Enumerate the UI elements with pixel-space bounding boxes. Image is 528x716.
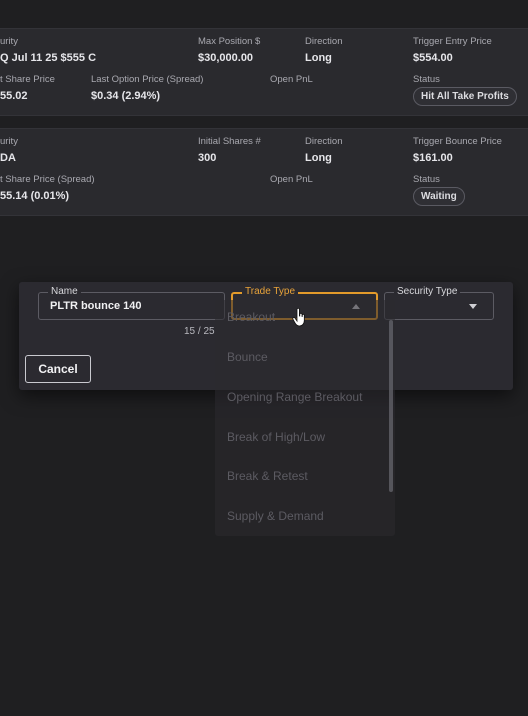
position-card-2[interactable]: urity DA Initial Shares # 300 Direction … xyxy=(0,128,528,216)
status-cell: Status Waiting xyxy=(413,174,465,206)
status-label: Status xyxy=(413,74,440,85)
option-price-value: $0.34 (2.94%) xyxy=(91,90,161,102)
trigger-bounce-cell: Trigger Bounce Price $161.00 xyxy=(413,136,502,164)
cancel-button[interactable]: Cancel xyxy=(25,355,91,383)
direction-value: Long xyxy=(305,52,332,64)
option-price-label: Last Option Price (Spread) xyxy=(91,74,204,85)
open-pnl-label: Open PnL xyxy=(270,174,313,185)
status-badge: Hit All Take Profits xyxy=(413,87,517,106)
status-label: Status xyxy=(413,174,440,185)
max-position-value: $30,000.00 xyxy=(198,52,254,64)
direction-label: Direction xyxy=(305,136,343,147)
chevron-down-icon xyxy=(469,304,477,309)
name-field-value: PLTR bounce 140 xyxy=(50,300,142,312)
open-pnl-label: Open PnL xyxy=(270,74,313,85)
menu-option-break-retest[interactable]: Break & Retest xyxy=(227,469,308,483)
trigger-entry-cell: Trigger Entry Price $554.00 xyxy=(413,36,492,64)
menu-scrollbar[interactable] xyxy=(389,320,393,492)
security-value: Q Jul 11 25 $555 C xyxy=(0,52,97,64)
status-badge: Waiting xyxy=(413,187,465,206)
security-type-select[interactable]: Security Type xyxy=(384,286,494,320)
initial-shares-cell: Initial Shares # 300 xyxy=(198,136,261,164)
max-position-label: Max Position $ xyxy=(198,36,261,47)
trigger-entry-value: $554.00 xyxy=(413,52,453,64)
max-position-cell: Max Position $ $30,000.00 xyxy=(198,36,260,64)
open-pnl-cell: Open PnL xyxy=(270,174,313,185)
name-char-counter: 15 / 25 xyxy=(184,326,215,337)
direction-value: Long xyxy=(305,152,332,164)
menu-option-break-high-low[interactable]: Break of High/Low xyxy=(227,430,325,444)
share-price-label: t Share Price (Spread) xyxy=(0,174,95,185)
trigger-entry-label: Trigger Entry Price xyxy=(413,36,492,47)
trade-type-menu: Breakout Bounce Opening Range Breakout B… xyxy=(215,300,395,536)
trigger-bounce-label: Trigger Bounce Price xyxy=(413,136,502,147)
menu-option-opening-range-breakout[interactable]: Opening Range Breakout xyxy=(227,390,362,404)
security-cell: urity DA xyxy=(0,136,18,164)
open-pnl-cell: Open PnL xyxy=(270,74,313,85)
direction-cell: Direction Long xyxy=(305,36,343,64)
security-type-label: Security Type xyxy=(394,286,461,298)
trigger-bounce-value: $161.00 xyxy=(413,152,453,164)
security-cell: urity Q Jul 11 25 $555 C xyxy=(0,36,96,64)
status-cell: Status Hit All Take Profits xyxy=(413,74,517,106)
security-value: DA xyxy=(0,152,16,164)
menu-option-breakout[interactable]: Breakout xyxy=(227,310,275,324)
security-label: urity xyxy=(0,136,18,147)
initial-shares-value: 300 xyxy=(198,152,217,164)
direction-cell: Direction Long xyxy=(305,136,343,164)
share-price-label: t Share Price xyxy=(0,74,55,85)
share-price-cell: t Share Price 55.02 xyxy=(0,74,55,102)
name-field-label: Name xyxy=(48,286,81,298)
security-label: urity xyxy=(0,36,18,47)
position-card-1[interactable]: urity Q Jul 11 25 $555 C Max Position $ … xyxy=(0,28,528,116)
menu-option-supply-demand[interactable]: Supply & Demand xyxy=(227,509,324,523)
direction-label: Direction xyxy=(305,36,343,47)
share-price-value: 55.02 xyxy=(0,90,28,102)
menu-option-bounce[interactable]: Bounce xyxy=(227,350,268,364)
trade-type-label: Trade Type xyxy=(242,286,299,298)
initial-shares-label: Initial Shares # xyxy=(198,136,261,147)
option-price-cell: Last Option Price (Spread) $0.34 (2.94%) xyxy=(91,74,203,102)
share-price-value: 55.14 (0.01%) xyxy=(0,190,70,202)
hand-cursor-icon xyxy=(292,308,305,327)
name-field[interactable]: Name PLTR bounce 140 xyxy=(38,286,225,320)
share-price-cell: t Share Price (Spread) 55.14 (0.01%) xyxy=(0,174,95,202)
